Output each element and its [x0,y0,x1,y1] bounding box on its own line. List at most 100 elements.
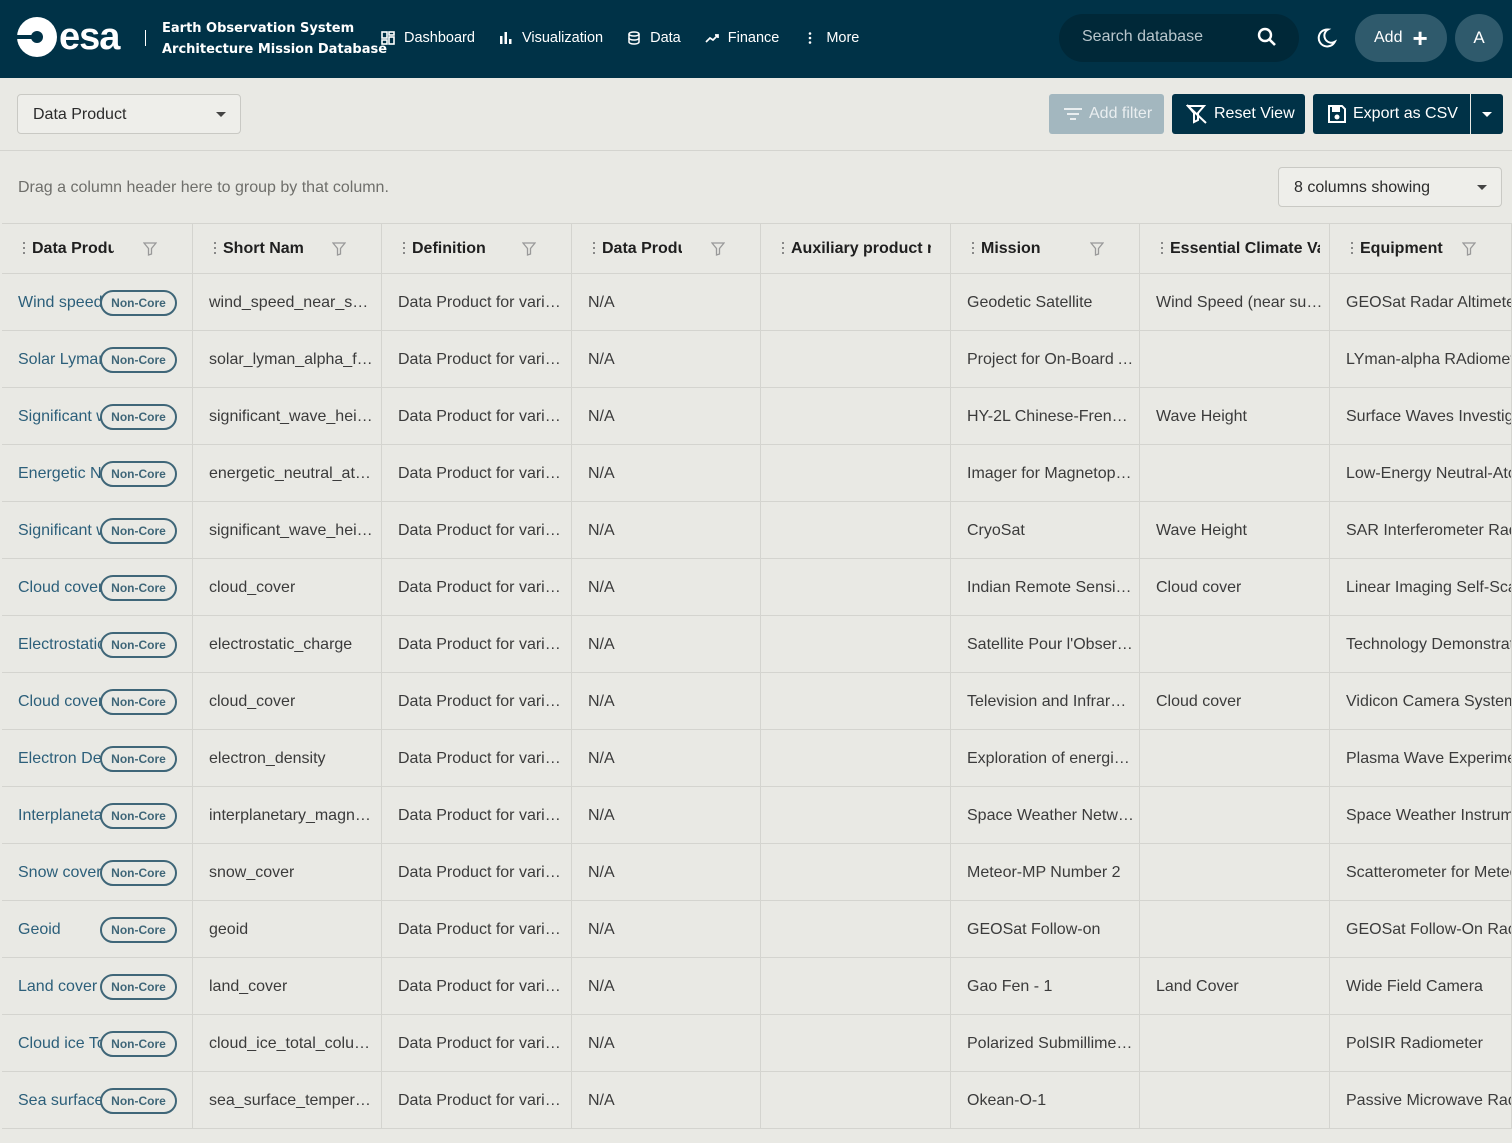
table-row[interactable]: Significant wave heightNon-Core significa… [2,502,1512,559]
columns-showing-select[interactable]: 8 columns showing [1278,167,1502,207]
data-product-link[interactable]: Snow cover [18,864,102,882]
column-filter-icon[interactable] [143,242,157,256]
table-cell[interactable]: Cloud cover Non-Core [2,559,193,615]
table-cell[interactable]: Significant wave heightNon-Core [2,388,193,444]
top-navigation-bar: esa Earth Observation System Architectur… [0,0,1512,78]
table-cell: N/A [572,958,761,1014]
table-cell: land_cover [193,958,382,1014]
table-row[interactable]: Energetic Neutral AtomsNon-Core energetic… [2,445,1512,502]
entity-type-select[interactable]: Data Product [17,94,241,134]
column-header[interactable]: Data Product [572,224,761,273]
data-product-link[interactable]: Wind speed near surface [18,294,108,312]
data-product-link[interactable]: Electron Density [18,750,108,768]
table-cell: N/A [572,445,761,501]
table-row[interactable]: Cloud ice Total ColumnNon-Core cloud_ice_… [2,1015,1512,1072]
column-header[interactable]: Auxiliary product r [761,224,951,273]
search-input[interactable]: Search database [1082,28,1203,46]
table-cell[interactable]: Electrostatic chargeNon-Core [2,616,193,672]
drag-handle-icon[interactable] [1161,242,1163,256]
data-product-link[interactable]: Energetic Neutral Atoms [18,465,108,483]
column-filter-icon[interactable] [1462,242,1476,256]
cell-text: PolSIR Radiometer [1346,1035,1483,1052]
search-icon[interactable] [1257,27,1277,47]
table-row[interactable]: Interplanetary magnetic fieldNon-Core int… [2,787,1512,844]
table-cell[interactable]: Sea surface temperatureNon-Core [2,1072,193,1128]
table-row[interactable]: Geoid Non-Core geoid Data Product for vario… [2,901,1512,958]
reset-view-button[interactable]: Reset View [1172,94,1305,134]
table-row[interactable]: Solar Lyman-alphaNon-Core solar_lyman_alp… [2,331,1512,388]
nav-visualization[interactable]: Visualization [499,27,603,49]
cell-text: Wave Height [1156,408,1247,425]
table-cell [761,388,951,444]
drag-handle-icon[interactable] [972,242,974,256]
table-cell[interactable]: Snow cover Non-Core [2,844,193,900]
table-cell[interactable]: Cloud cover Non-Core [2,673,193,729]
data-product-link[interactable]: Electrostatic charge [18,636,108,654]
table-cell[interactable]: Land cover Non-Core [2,958,193,1014]
add-button[interactable]: Add + [1355,14,1447,62]
user-avatar[interactable]: A [1455,14,1503,62]
table-cell: N/A [572,1072,761,1128]
export-csv-button[interactable]: Export as CSV [1313,94,1470,134]
cell-text: Linear Imaging Self-Scanning Sensor [1346,579,1511,596]
table-cell: HY-2L Chinese-French Oceanography Satell… [951,388,1140,444]
table-cell[interactable]: Wind speed near surfaceNon-Core [2,274,193,330]
table-cell[interactable]: Geoid Non-Core [2,901,193,957]
nav-more[interactable]: More [803,27,859,49]
column-filter-icon[interactable] [332,242,346,256]
data-product-link[interactable]: Sea surface temperature [18,1092,108,1110]
drag-handle-icon[interactable] [403,242,405,256]
column-header[interactable]: Short Name [193,224,382,273]
table-row[interactable]: Wind speed near surfaceNon-Core wind_spee… [2,274,1512,331]
table-row[interactable]: Electron DensityNon-Core electron_density… [2,730,1512,787]
table-cell: N/A [572,616,761,672]
table-cell[interactable]: Cloud ice Total ColumnNon-Core [2,1015,193,1071]
data-product-link[interactable]: Interplanetary magnetic field [18,807,108,825]
cell-text: Surface Waves Investigation [1346,408,1511,425]
data-product-link[interactable]: Cloud cover [18,693,103,711]
data-product-link[interactable]: Solar Lyman-alpha [18,351,108,369]
table-cell[interactable]: Electron DensityNon-Core [2,730,193,786]
column-filter-icon[interactable] [711,242,725,256]
column-filter-icon[interactable] [1090,242,1104,256]
column-header[interactable]: Definition [382,224,572,273]
table-row[interactable]: Sea surface temperatureNon-Core sea_surfa… [2,1072,1512,1129]
column-header-label: Data Product [602,240,682,257]
data-product-link[interactable]: Significant wave height [18,408,108,426]
drag-handle-icon[interactable] [593,242,595,256]
data-product-link[interactable]: Cloud cover [18,579,103,597]
drag-handle-icon[interactable] [23,242,25,256]
table-row[interactable]: Electrostatic chargeNon-Core electrostati… [2,616,1512,673]
table-row[interactable]: Significant wave heightNon-Core significa… [2,388,1512,445]
table-cell[interactable]: Solar Lyman-alphaNon-Core [2,331,193,387]
esa-logo[interactable]: esa [17,17,120,57]
table-row[interactable]: Cloud cover Non-Core cloud_cover Data Produ… [2,559,1512,616]
table-cell[interactable]: Energetic Neutral AtomsNon-Core [2,445,193,501]
nav-dashboard[interactable]: Dashboard [381,27,475,49]
column-header[interactable]: Data Product [2,224,193,273]
data-product-link[interactable]: Geoid [18,921,61,939]
export-options-dropdown[interactable] [1471,94,1503,134]
data-product-link[interactable]: Significant wave height [18,522,108,540]
nav-data[interactable]: Data [627,27,681,49]
dark-mode-moon-icon[interactable] [1315,27,1337,49]
table-row[interactable]: Cloud cover Non-Core cloud_cover Data Produ… [2,673,1512,730]
drag-handle-icon[interactable] [1351,242,1353,256]
table-row[interactable]: Snow cover Non-Core snow_cover Data Product… [2,844,1512,901]
reset-view-label: Reset View [1214,105,1295,122]
column-header[interactable]: Mission [951,224,1140,273]
data-product-link[interactable]: Land cover [18,978,97,996]
column-header[interactable]: Essential Climate Variable [1140,224,1330,273]
column-header[interactable]: Equipment [1330,224,1512,273]
table-row[interactable]: Land cover Non-Core land_cover Data Product… [2,958,1512,1015]
non-core-badge: Non-Core [100,290,177,316]
column-filter-icon[interactable] [522,242,536,256]
table-cell[interactable]: Significant wave heightNon-Core [2,502,193,558]
add-filter-button[interactable]: Add filter [1049,94,1164,134]
data-product-link[interactable]: Cloud ice Total Column [18,1035,108,1053]
nav-finance[interactable]: Finance [705,27,779,49]
search-box[interactable]: Search database [1059,14,1299,62]
table-cell[interactable]: Interplanetary magnetic fieldNon-Core [2,787,193,843]
drag-handle-icon[interactable] [782,242,784,256]
drag-handle-icon[interactable] [214,242,216,256]
